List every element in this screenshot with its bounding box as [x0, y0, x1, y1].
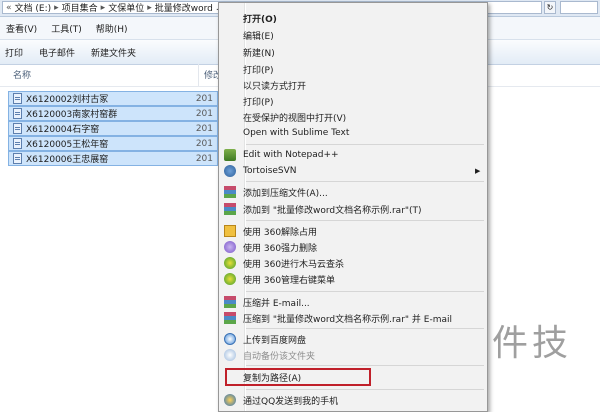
- menu-separator: [246, 181, 484, 182]
- winrar-icon: [224, 203, 236, 215]
- file-date: 201: [195, 138, 213, 149]
- menu-item-new[interactable]: 新建(N): [243, 44, 483, 60]
- submenu-arrow-icon: ▶: [475, 167, 481, 175]
- menu-item-protected-view[interactable]: 在受保护的视图中打开(V): [243, 109, 483, 125]
- file-name: X6120006王忠展窑: [26, 155, 109, 165]
- menu-view[interactable]: 查看(V): [0, 22, 45, 35]
- menu-item-edit[interactable]: 编辑(E): [243, 27, 483, 43]
- menu-separator: [246, 389, 484, 390]
- menu-item-notepadpp[interactable]: Edit with Notepad++: [243, 147, 483, 163]
- menu-help[interactable]: 帮助(H): [90, 22, 136, 35]
- menu-item-print-2[interactable]: 打印(P): [243, 93, 483, 109]
- menu-item-zip-email[interactable]: 压缩并 E-mail...: [243, 294, 483, 310]
- file-row[interactable]: X6120004石字窑 201: [8, 121, 218, 136]
- file-date: 201: [195, 108, 213, 119]
- file-date: 201: [195, 123, 213, 134]
- menu-item-auto-backup: 自动备份该文件夹: [243, 351, 316, 362]
- column-divider[interactable]: [198, 64, 199, 86]
- refresh-icon: ↻: [546, 3, 554, 12]
- menu-separator: [246, 144, 484, 145]
- menu-item-360-unlock[interactable]: 使用 360解除占用: [243, 223, 483, 239]
- file-row[interactable]: X6120006王忠展窑 201: [8, 151, 218, 166]
- file-name: X6120004石字窑: [26, 125, 100, 135]
- menu-separator: [246, 220, 484, 221]
- menu-item-360-scan[interactable]: 使用 360进行木马云查杀: [243, 255, 483, 271]
- email-button[interactable]: 电子邮件: [34, 46, 86, 59]
- menu-item-sublime[interactable]: Open with Sublime Text: [243, 125, 483, 141]
- copy-path-highlight-box: [225, 368, 371, 386]
- winrar-icon: [224, 312, 236, 324]
- refresh-button[interactable]: ↻: [544, 1, 556, 14]
- qq-icon: [224, 394, 236, 406]
- breadcrumb-heritage[interactable]: 文保单位: [108, 2, 144, 13]
- breadcrumb-separator-icon: ▸: [54, 2, 59, 13]
- menu-item-send-qq[interactable]: 通过QQ发送到我的手机: [243, 392, 483, 408]
- menu-item-360-delete[interactable]: 使用 360强力删除: [243, 239, 483, 255]
- breadcrumb-separator-icon: ▸: [147, 2, 152, 13]
- baidu-cloud-icon: [224, 333, 236, 345]
- new-folder-button[interactable]: 新建文件夹: [86, 46, 147, 59]
- menu-item-open-readonly[interactable]: 以只读方式打开: [243, 77, 483, 93]
- shield-360-icon: [224, 257, 236, 269]
- menu-item-add-archive[interactable]: 添加到压缩文件(A)...: [243, 184, 483, 200]
- menu-item-open[interactable]: 打开(O): [243, 10, 483, 26]
- word-document-icon: [13, 138, 22, 149]
- column-header-name[interactable]: 名称: [13, 68, 31, 81]
- file-date: 201: [195, 153, 213, 164]
- file-name: X6120002刘村古冢: [26, 95, 109, 105]
- tortoisesvn-icon: [224, 165, 236, 177]
- file-row[interactable]: X6120003南家村窑群 201: [8, 106, 218, 121]
- menu-separator: [246, 291, 484, 292]
- path-chevron-icon: «: [6, 2, 12, 13]
- menu-item-print[interactable]: 打印(P): [243, 61, 483, 77]
- breadcrumb-projects[interactable]: 项目集合: [62, 2, 98, 13]
- word-document-icon: [13, 108, 22, 119]
- word-document-icon: [13, 93, 22, 104]
- menu-item-add-rar[interactable]: 添加到 "批量修改word文档名称示例.rar"(T): [243, 201, 483, 217]
- menu-item-zip-rar-email[interactable]: 压缩到 "批量修改word文档名称示例.rar" 并 E-mail: [243, 310, 483, 326]
- breadcrumb-drive[interactable]: 文档 (E:): [15, 2, 52, 13]
- context-menu: 打开(O) 编辑(E) 新建(N) 打印(P) 以只读方式打开 打印(P) 在受…: [218, 2, 488, 412]
- winrar-icon: [224, 296, 236, 308]
- file-name: X6120005王松年窑: [26, 140, 109, 150]
- word-document-icon: [13, 123, 22, 134]
- backup-icon: [224, 349, 236, 361]
- winrar-icon: [224, 186, 236, 198]
- breadcrumb-separator-icon: ▸: [100, 2, 106, 13]
- search-input[interactable]: [560, 1, 598, 14]
- shield-360-icon: [224, 273, 236, 285]
- menu-separator: [246, 328, 484, 329]
- breadcrumb-batch-rename[interactable]: 批量修改word: [155, 2, 213, 13]
- menu-tools[interactable]: 工具(T): [45, 22, 90, 35]
- file-row[interactable]: X6120005王松年窑 201: [8, 136, 218, 151]
- file-row[interactable]: X6120002刘村古冢 201: [8, 91, 218, 106]
- menu-item-baidu-upload[interactable]: 上传到百度网盘: [243, 331, 483, 347]
- menu-item-360-manage[interactable]: 使用 360管理右键菜单: [243, 271, 483, 287]
- file-name: X6120003南家村窑群: [26, 110, 118, 120]
- word-document-icon: [13, 153, 22, 164]
- file-date: 201: [195, 93, 213, 104]
- shred-icon: [224, 241, 236, 253]
- lock-icon: [224, 225, 236, 237]
- menu-item-tortoisesvn[interactable]: TortoiseSVN: [243, 163, 483, 179]
- print-button[interactable]: 打印: [0, 46, 34, 59]
- menu-separator: [246, 365, 484, 366]
- notepadpp-icon: [224, 149, 236, 161]
